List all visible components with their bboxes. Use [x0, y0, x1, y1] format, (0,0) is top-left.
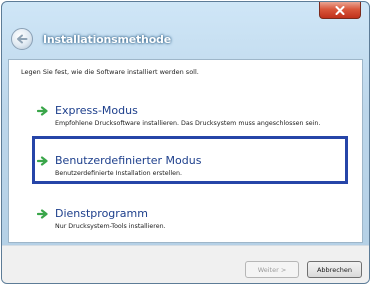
option-utility[interactable]: Dienstprogramm Nur Drucksystem-Tools ins… — [37, 207, 337, 233]
selection-highlight-box — [32, 136, 348, 184]
back-arrow-icon — [17, 34, 28, 44]
option-title: Express-Modus — [55, 104, 138, 117]
green-arrow-icon — [37, 209, 48, 219]
back-button[interactable] — [11, 28, 33, 50]
green-arrow-icon — [37, 106, 48, 116]
wizard-title: Installationsmethode — [43, 33, 171, 46]
button-bar: Weiter > Abbrechen — [2, 245, 369, 283]
cancel-button[interactable]: Abbrechen — [307, 261, 362, 278]
option-express-mode[interactable]: Express-Modus Empfohlene Drucksoftware i… — [37, 104, 337, 140]
close-button[interactable] — [319, 2, 361, 19]
option-description: Empfohlene Drucksoftware installieren. D… — [55, 120, 321, 127]
title-bar — [2, 2, 369, 24]
next-button[interactable]: Weiter > — [245, 261, 299, 278]
close-icon — [335, 5, 345, 15]
wizard-header: Installationsmethode — [2, 24, 369, 58]
option-description: Nur Drucksystem-Tools installieren. — [55, 223, 166, 230]
option-title: Dienstprogramm — [55, 207, 148, 220]
instruction-text: Legen Sie fest, wie die Software install… — [21, 68, 199, 76]
